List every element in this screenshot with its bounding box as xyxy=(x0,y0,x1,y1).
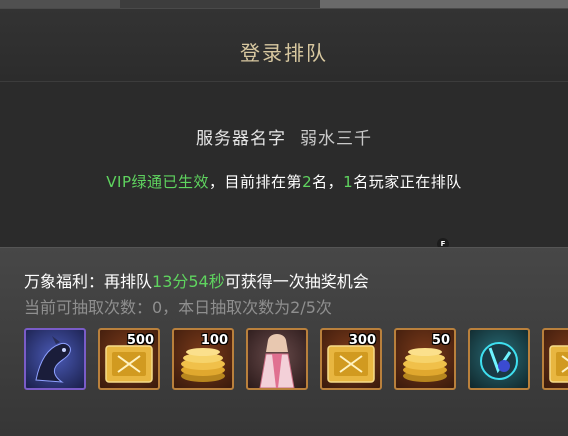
server-label: 服务器名字 xyxy=(196,129,286,149)
reward-timer: 13分54秒 xyxy=(152,272,225,291)
reward-item-slot[interactable]: 50 xyxy=(394,328,456,390)
server-name: 弱水三千 xyxy=(300,129,372,149)
reward-item-slot[interactable] xyxy=(468,328,530,390)
draw-count: 当前可抽取次数：0，本日抽取次数为2/5次 xyxy=(24,298,332,317)
title-bar: 登录排队 xyxy=(0,9,568,82)
reward-item-slot[interactable]: 500 xyxy=(98,328,160,390)
queue-position-suffix: 名 xyxy=(312,173,328,191)
queue-position: 2 xyxy=(302,173,313,191)
reward-item-row: 500 100 300 50 xyxy=(0,328,568,394)
blue-potion-icon xyxy=(480,342,518,380)
reward-item-slot[interactable]: 100 xyxy=(172,328,234,390)
queue-status: VIP绿通已生效，目前排在第2名，1名玩家正在排队 xyxy=(0,171,568,192)
costume-figure-icon xyxy=(259,334,295,388)
separator: ， xyxy=(327,173,344,191)
panel-title: 登录排队 xyxy=(240,41,328,65)
backdrop-strip xyxy=(320,0,568,8)
reward-section: 万象福利：再排队13分54秒可获得一次抽奖机会 当前可抽取次数：0，本日抽取次数… xyxy=(0,247,568,436)
dark-mount-icon xyxy=(35,336,71,383)
item-count: 300 xyxy=(348,333,376,348)
backdrop-strip xyxy=(120,0,320,8)
item-count: 500 xyxy=(126,333,154,348)
reward-suffix: 可获得一次抽奖机会 xyxy=(224,272,369,291)
players-in-queue: 1 xyxy=(343,173,354,191)
separator: ， xyxy=(209,173,225,191)
item-count: 50 xyxy=(431,333,450,348)
backdrop-strip xyxy=(0,0,120,8)
reward-prefix: 万象福利：再排队 xyxy=(24,272,153,291)
players-suffix: 名玩家正在排队 xyxy=(353,173,462,191)
vip-status: VIP绿通已生效 xyxy=(106,173,210,191)
queue-position-prefix: 目前排在第 xyxy=(224,173,303,191)
login-queue-panel: 登录排队 服务器名字 弱水三千 VIP绿通已生效，目前排在第2名，1名玩家正在排队… xyxy=(0,8,568,436)
reward-item-slot[interactable] xyxy=(246,328,308,390)
reward-countdown: 万象福利：再排队13分54秒可获得一次抽奖机会 xyxy=(24,268,369,292)
gold-ticket-icon xyxy=(549,345,568,383)
reward-item-slot[interactable] xyxy=(24,328,86,390)
item-count: 100 xyxy=(200,333,228,348)
reward-item-slot[interactable]: 300 xyxy=(320,328,382,390)
reward-item-slot[interactable] xyxy=(542,328,568,390)
server-info: 服务器名字 弱水三千 xyxy=(0,124,568,149)
